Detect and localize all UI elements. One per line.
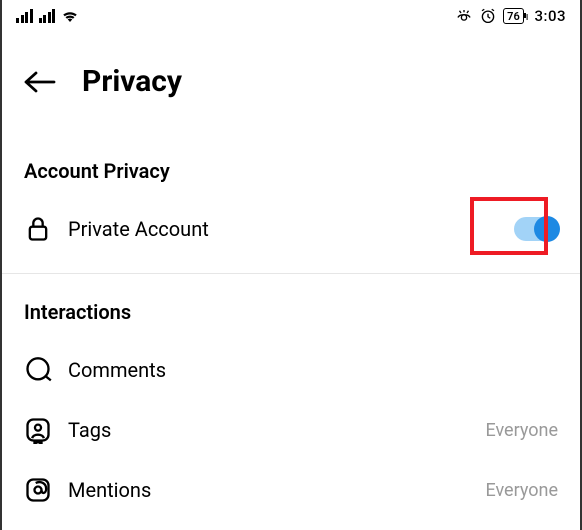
mentions-icon	[24, 476, 52, 504]
tags-value: Everyone	[485, 420, 558, 441]
page-header: Privacy	[2, 32, 580, 123]
section-title-interactions: Interactions	[24, 300, 558, 324]
clock: 3:03	[534, 7, 566, 25]
tags-row[interactable]: Tags Everyone	[24, 400, 558, 460]
section-title-account-privacy: Account Privacy	[24, 159, 558, 183]
divider	[2, 273, 580, 274]
comments-label: Comments	[68, 358, 558, 382]
tags-icon	[24, 416, 52, 444]
tags-label: Tags	[68, 418, 469, 442]
comments-row[interactable]: Comments	[24, 340, 558, 400]
private-account-row[interactable]: Private Account	[24, 199, 558, 265]
back-arrow-icon[interactable]	[22, 68, 58, 96]
mentions-value: Everyone	[485, 480, 558, 501]
mentions-label: Mentions	[68, 478, 469, 502]
alarm-icon	[479, 7, 497, 25]
wifi-icon	[61, 9, 79, 23]
comment-icon	[24, 356, 52, 384]
mentions-row[interactable]: Mentions Everyone	[24, 460, 558, 504]
eye-icon	[455, 7, 473, 25]
lock-icon	[24, 215, 52, 243]
private-account-toggle[interactable]	[514, 217, 558, 241]
signal-icon-1	[16, 9, 33, 23]
page-title: Privacy	[82, 64, 182, 99]
private-account-label: Private Account	[68, 217, 498, 241]
status-bar: 76 ı 3:03	[2, 0, 580, 32]
signal-icon-2	[39, 9, 56, 23]
battery-indicator: 76	[503, 8, 524, 24]
